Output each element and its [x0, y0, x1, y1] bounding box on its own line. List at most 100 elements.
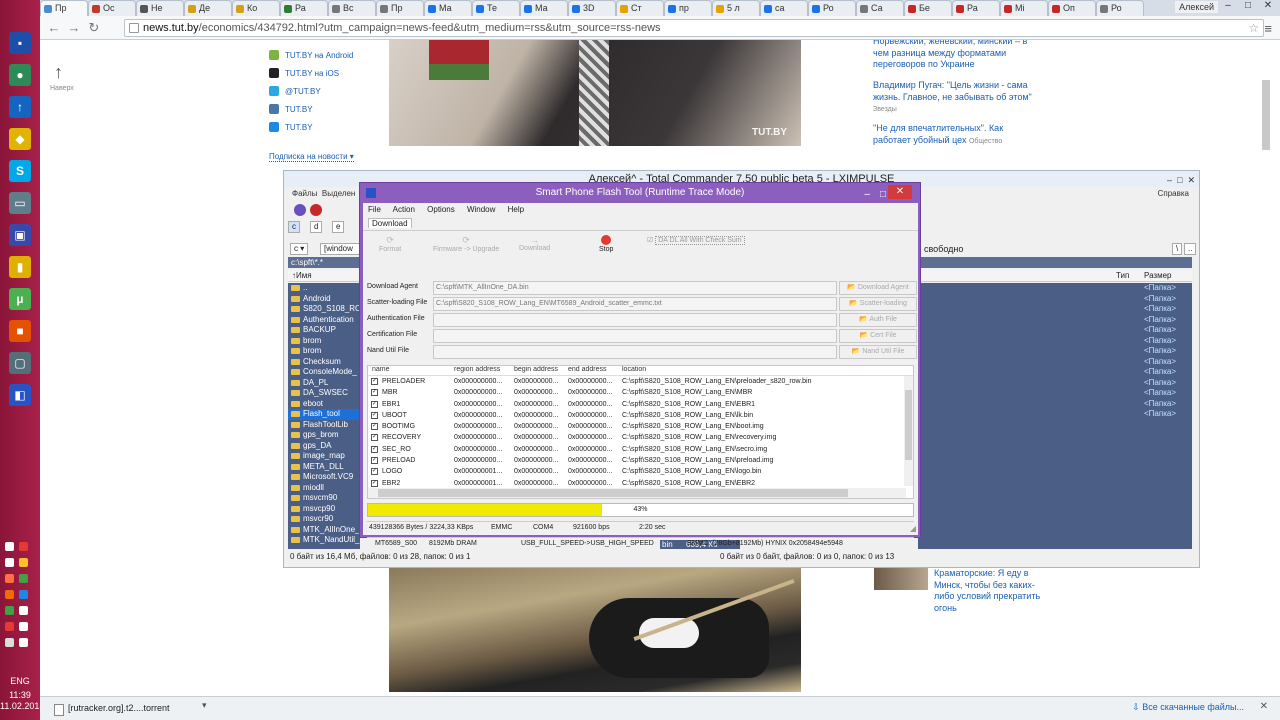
- tc-file-item[interactable]: Android: [288, 294, 360, 305]
- page-scrollbar-thumb[interactable]: [1262, 80, 1270, 150]
- tc-folder-item[interactable]: <Папка>: [918, 283, 1192, 294]
- file-path-input[interactable]: [433, 313, 837, 327]
- partition-row[interactable]: ✓ PRELOADER 0x000000000... 0x00000000... 0x0…: [368, 376, 913, 387]
- drive-combo[interactable]: c ▾: [290, 243, 309, 255]
- news-thumbnail[interactable]: [874, 568, 928, 590]
- skype-icon[interactable]: S: [9, 160, 31, 182]
- browser-tab[interactable]: 5 л: [712, 0, 760, 16]
- partition-checkbox[interactable]: ✓: [371, 479, 378, 487]
- tray-icon[interactable]: [5, 574, 14, 583]
- tc-file-item[interactable]: S820_S108_RO: [288, 304, 360, 315]
- partition-checkbox[interactable]: ✓: [371, 423, 378, 431]
- partition-row[interactable]: ✓ EBR1 0x000000000... 0x00000000... 0x000000…: [368, 399, 913, 410]
- tc-file-item[interactable]: MTK_AllInOne_: [288, 525, 360, 536]
- partition-checkbox[interactable]: ✓: [371, 445, 378, 453]
- tc-column-type[interactable]: Тип: [1116, 270, 1129, 282]
- tc-file-item[interactable]: ConsoleMode_: [288, 367, 360, 378]
- news-link[interactable]: "Не для впечатлительных". Как работает у…: [873, 123, 1043, 147]
- browser-tab[interactable]: Оп: [1048, 0, 1096, 16]
- close-button[interactable]: ✕: [1258, 0, 1278, 15]
- tc-file-item[interactable]: gps_DA: [288, 441, 360, 452]
- col-end[interactable]: end address: [568, 366, 607, 373]
- tc-menu-item[interactable]: Выделен: [322, 189, 355, 198]
- tc-folder-item[interactable]: <Папка>: [918, 388, 1192, 399]
- browser-tab[interactable]: ca: [760, 0, 808, 16]
- refresh-icon[interactable]: [294, 204, 306, 216]
- file-browse-button[interactable]: 📂 Auth File: [839, 313, 917, 327]
- partition-row[interactable]: ✓ LOGO 0x000000001... 0x00000000... 0x000000…: [368, 466, 913, 477]
- partition-checkbox[interactable]: ✓: [371, 434, 378, 442]
- maximize-button[interactable]: □: [1238, 0, 1258, 15]
- news-link[interactable]: Владимир Пугач: "Цель жизни - сама жизнь…: [873, 80, 1043, 116]
- partition-checkbox[interactable]: ✓: [371, 411, 378, 419]
- partition-row[interactable]: ✓ UBOOT 0x000000000... 0x00000000... 0x00000…: [368, 410, 913, 421]
- social-link[interactable]: TUT.BY на Android: [269, 50, 353, 60]
- tray-icon[interactable]: [5, 542, 14, 551]
- scroll-up-label[interactable]: Наверх: [50, 85, 74, 92]
- tray-icon[interactable]: [19, 606, 29, 615]
- browser-tab[interactable]: Ма: [520, 0, 568, 16]
- checksum-checkbox[interactable]: ☑ DA DL All With Check Sum: [647, 236, 745, 245]
- tc-folder-item[interactable]: <Папка>: [918, 294, 1192, 305]
- browser-tab[interactable]: Пр: [376, 0, 424, 16]
- partition-row[interactable]: ✓ BOOTIMG 0x000000000... 0x00000000... 0x000…: [368, 421, 913, 432]
- clock[interactable]: 11:39 11.02.2015: [0, 690, 44, 712]
- tray-icon[interactable]: [19, 638, 29, 647]
- window-icon[interactable]: ▢: [9, 352, 31, 374]
- tc-file-item[interactable]: brom: [288, 346, 360, 357]
- flash-tool-icon[interactable]: ◧: [9, 384, 31, 406]
- file-browse-button[interactable]: 📂 Nand Util File: [839, 345, 917, 359]
- menu-file[interactable]: File: [368, 205, 381, 214]
- batman-icon[interactable]: ◆: [9, 128, 31, 150]
- horizontal-scrollbar[interactable]: [368, 488, 906, 498]
- browser-tab[interactable]: Ра: [280, 0, 328, 16]
- tc-folder-item[interactable]: <Папка>: [918, 378, 1192, 389]
- tray-icon[interactable]: [5, 590, 14, 599]
- minimize-button[interactable]: –: [864, 185, 870, 205]
- browser-tab[interactable]: Ра: [952, 0, 1000, 16]
- menu-action[interactable]: Action: [393, 205, 415, 214]
- tc-file-item[interactable]: Flash_tool: [288, 409, 360, 420]
- partition-checkbox[interactable]: ✓: [371, 400, 378, 408]
- maximize-button[interactable]: □: [880, 185, 886, 205]
- reload-button[interactable]: ↻: [86, 20, 102, 36]
- browser-tab[interactable]: Пр: [40, 0, 88, 16]
- tc-file-item[interactable]: Checksum: [288, 357, 360, 368]
- browser-tab[interactable]: 3D: [568, 0, 616, 16]
- partition-checkbox[interactable]: ✓: [371, 389, 378, 397]
- browser-tab[interactable]: Mi: [1000, 0, 1048, 16]
- menu-help[interactable]: Help: [508, 205, 524, 214]
- menu-window[interactable]: Window: [467, 205, 495, 214]
- col-region[interactable]: region address: [454, 366, 500, 373]
- close-download-bar-icon[interactable]: ✕: [1260, 701, 1268, 712]
- tc-file-item[interactable]: META_DLL: [288, 462, 360, 473]
- office-icon[interactable]: ■: [9, 320, 31, 342]
- tc-menu-help[interactable]: Справка: [1158, 187, 1189, 201]
- tc-file-item[interactable]: DA_PL: [288, 378, 360, 389]
- close-button[interactable]: ✕: [888, 185, 912, 199]
- file-path-input[interactable]: C:\spft\S820_S108_ROW_Lang_EN\MT6589_And…: [433, 297, 837, 311]
- all-downloads-link[interactable]: ⇩ Все скачанные файлы...: [1132, 702, 1244, 713]
- browser-tab[interactable]: пр: [664, 0, 712, 16]
- browser-tab[interactable]: Ст: [616, 0, 664, 16]
- record-icon[interactable]: [310, 204, 322, 216]
- tc-column-size[interactable]: Размер: [1144, 270, 1172, 282]
- tc-file-item[interactable]: ..: [288, 283, 360, 294]
- tc-path-left[interactable]: c:\spft\*.*: [288, 257, 360, 268]
- flash-tool-title-bar[interactable]: Smart Phone Flash Tool (Runtime Trace Mo…: [360, 183, 920, 203]
- tc-up-button[interactable]: ..: [1184, 243, 1197, 255]
- tab-download[interactable]: Download: [368, 218, 412, 228]
- download-button[interactable]: → Download: [519, 235, 550, 252]
- col-begin[interactable]: begin address: [514, 366, 558, 373]
- chrome-icon[interactable]: ●: [9, 64, 31, 86]
- browser-tab[interactable]: Ма: [424, 0, 472, 16]
- news-link[interactable]: Краматорские: Я еду в Минск, чтобы без к…: [934, 568, 1044, 614]
- social-link[interactable]: TUT.BY на iOS: [269, 68, 339, 78]
- download-menu-arrow-icon[interactable]: ▾: [202, 700, 207, 711]
- chrome-menu-icon[interactable]: ≡: [1264, 21, 1272, 36]
- partition-checkbox[interactable]: ✓: [371, 468, 378, 476]
- floppy-icon[interactable]: ▪: [9, 32, 31, 54]
- tc-folder-item[interactable]: <Папка>: [918, 367, 1192, 378]
- tray-icon[interactable]: [5, 622, 14, 631]
- tc-column-name[interactable]: ↑Имя: [288, 270, 360, 282]
